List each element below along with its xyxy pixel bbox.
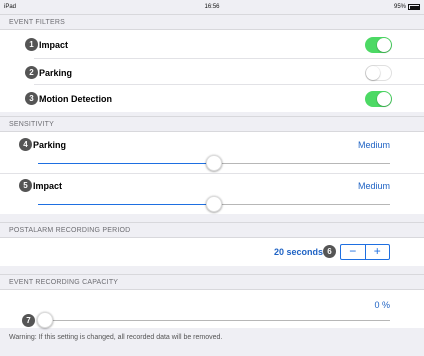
filter-label-parking: Parking bbox=[39, 68, 73, 78]
sensitivity-group: 4 Parking Medium 5 Impact Medium bbox=[0, 132, 424, 214]
recording-capacity-value: 0 % bbox=[374, 300, 390, 310]
recording-capacity-group: 0 % 7 bbox=[0, 290, 424, 328]
callout-badge: 4 bbox=[19, 138, 32, 151]
filter-row-motion-detection[interactable]: 3 Motion Detection bbox=[0, 85, 424, 112]
status-bar: iPad 16:56 95% bbox=[0, 0, 424, 14]
sensitivity-row-impact: 5 Impact Medium bbox=[0, 174, 424, 214]
battery-percent: 95% bbox=[393, 4, 406, 10]
callout-badge: 2 bbox=[25, 66, 38, 79]
recording-period-stepper[interactable]: − + bbox=[340, 244, 390, 260]
impact-sensitivity-slider[interactable] bbox=[206, 196, 222, 212]
section-header-event-filters: EVENT FILTERS bbox=[0, 14, 424, 30]
battery-icon bbox=[408, 4, 420, 10]
section-header-recording-period: POSTALARM RECORDING PERIOD bbox=[0, 222, 424, 238]
parking-sensitivity-slider[interactable] bbox=[206, 155, 222, 171]
sensitivity-value-impact: Medium bbox=[357, 181, 390, 191]
decrement-button[interactable]: − bbox=[341, 245, 366, 259]
section-header-recording-capacity: EVENT RECORDING CAPACITY bbox=[0, 274, 424, 290]
clock: 16:56 bbox=[204, 4, 220, 10]
filter-label-motion-detection: Motion Detection bbox=[39, 94, 112, 104]
warning-text: Warning: If this setting is changed, all… bbox=[9, 334, 223, 341]
callout-badge: 6 bbox=[323, 245, 336, 258]
callout-badge: 1 bbox=[25, 38, 38, 51]
motion-detection-toggle[interactable] bbox=[365, 91, 392, 107]
sensitivity-row-parking: 4 Parking Medium bbox=[0, 132, 424, 173]
callout-badge: 3 bbox=[25, 92, 38, 105]
impact-toggle[interactable] bbox=[365, 37, 392, 53]
callout-badge: 5 bbox=[19, 179, 32, 192]
sensitivity-label-impact: Impact bbox=[33, 181, 63, 191]
callout-badge: 7 bbox=[22, 314, 35, 327]
recording-period-group: 20 seconds 6 − + bbox=[0, 238, 424, 266]
event-filters-group: 1 Impact 2 Parking 3 Motion Detection bbox=[0, 30, 424, 112]
recording-capacity-track bbox=[38, 320, 390, 321]
impact-sensitivity-fill bbox=[38, 203, 214, 205]
parking-toggle[interactable] bbox=[365, 65, 392, 81]
battery-status: 95% bbox=[394, 4, 420, 10]
recording-capacity-slider[interactable] bbox=[37, 312, 53, 328]
parking-sensitivity-fill bbox=[38, 162, 214, 164]
filter-row-impact[interactable]: 1 Impact bbox=[0, 30, 424, 58]
recording-period-value: 20 seconds bbox=[273, 247, 323, 257]
filter-row-parking[interactable]: 2 Parking bbox=[0, 59, 424, 84]
sensitivity-value-parking: Medium bbox=[357, 140, 390, 150]
increment-button[interactable]: + bbox=[366, 245, 390, 259]
filter-label-impact: Impact bbox=[39, 40, 69, 50]
section-header-sensitivity: SENSITIVITY bbox=[0, 116, 424, 132]
sensitivity-label-parking: Parking bbox=[33, 140, 67, 150]
